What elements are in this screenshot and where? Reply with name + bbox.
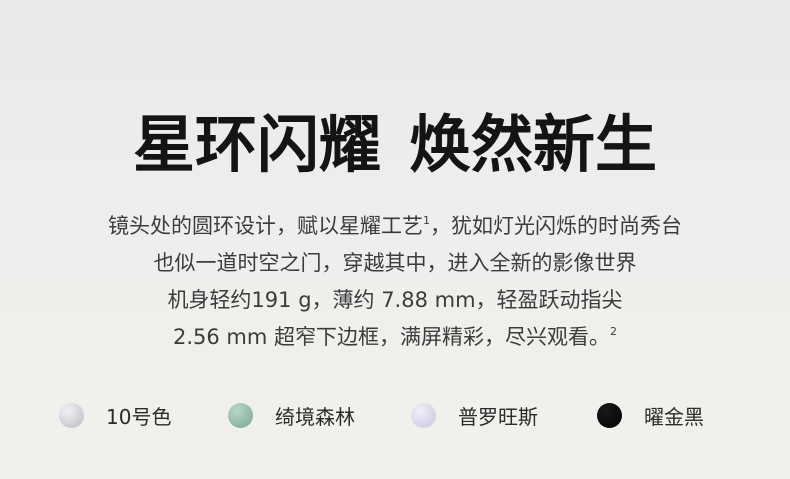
color-option-black[interactable]: 曜金黑 [597,398,704,432]
color-option-10[interactable]: 10号色 [59,398,171,432]
color-option-label: 普罗旺斯 [458,404,538,429]
description-line-2: 也似一道时空之门，穿越其中，进入全新的影像世界 [153,251,637,275]
color-option-provence[interactable]: 普罗旺斯 [411,398,538,432]
color-dot-10 [59,402,84,428]
description-line-4-text: 2.56 mm 超窄下边框，满屏精彩，尽兴观看。 [172,325,611,349]
color-option-label: 10号色 [106,404,172,429]
description: 镜头处的圆环设计，赋以星耀工艺1，犹如灯光闪烁的时尚秀台 也似一道时空之门，穿越… [0,208,790,356]
description-line-1: 镜头处的圆环设计，赋以星耀工艺1，犹如灯光闪烁的时尚秀台 [0,208,790,245]
headline-part-1: 星环闪耀 [132,108,381,181]
color-option-label: 曜金黑 [644,404,704,429]
color-options: 10号色 绮境森林 普罗旺斯 曜金黑 [0,398,790,432]
footnote-1-marker: 1 [423,214,430,227]
description-line-3: 机身轻约191 g，薄约 7.88 mm，轻盈跃动指尖 [167,288,623,312]
description-line-4: 2.56 mm 超窄下边框，满屏精彩，尽兴观看。2 [0,319,790,356]
headline: 星环闪耀 焕然新生 [0,108,790,182]
color-dot-forest [228,402,253,428]
footnote-2-marker: 2 [610,325,618,338]
color-dot-black [597,402,622,428]
description-line-1-b: ，犹如灯光闪烁的时尚秀台 [430,214,682,238]
headline-part-2: 焕然新生 [409,108,658,181]
color-option-forest[interactable]: 绮境森林 [228,398,355,432]
description-line-1-a: 镜头处的圆环设计，赋以星耀工艺 [108,214,423,238]
color-dot-provence [411,402,436,428]
color-option-label: 绮境森林 [275,404,355,429]
